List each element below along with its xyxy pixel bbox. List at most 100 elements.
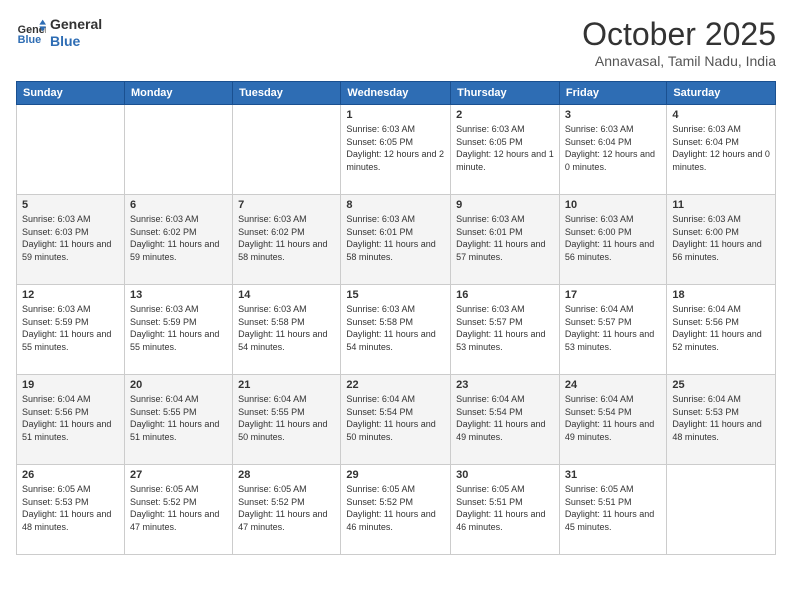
day-info: Sunrise: 6:05 AM Sunset: 5:51 PM Dayligh… bbox=[456, 483, 554, 533]
day-info: Sunrise: 6:03 AM Sunset: 6:01 PM Dayligh… bbox=[346, 213, 445, 263]
day-cell: 15 Sunrise: 6:03 AM Sunset: 5:58 PM Dayli… bbox=[341, 285, 451, 375]
day-number: 10 bbox=[565, 199, 661, 211]
day-info: Sunrise: 6:04 AM Sunset: 5:56 PM Dayligh… bbox=[672, 303, 770, 353]
day-number: 3 bbox=[565, 109, 661, 121]
day-cell: 2Sunrise: 6:03 AM Sunset: 6:05 PM Daylig… bbox=[451, 105, 560, 195]
weekday-header-sunday: Sunday bbox=[17, 82, 125, 105]
day-cell bbox=[667, 465, 776, 555]
day-number: 29 bbox=[346, 469, 445, 481]
day-number: 28 bbox=[238, 469, 335, 481]
weekday-header-saturday: Saturday bbox=[667, 82, 776, 105]
day-info: Sunrise: 6:03 AM Sunset: 5:58 PM Dayligh… bbox=[346, 303, 445, 353]
day-info: Sunrise: 6:03 AM Sunset: 6:04 PM Dayligh… bbox=[565, 123, 661, 173]
day-info: Sunrise: 6:03 AM Sunset: 5:57 PM Dayligh… bbox=[456, 303, 554, 353]
day-info: Sunrise: 6:04 AM Sunset: 5:57 PM Dayligh… bbox=[565, 303, 661, 353]
page-header: General Blue General Blue October 2025 A… bbox=[16, 16, 776, 69]
day-number: 8 bbox=[346, 199, 445, 211]
day-info: Sunrise: 6:03 AM Sunset: 6:02 PM Dayligh… bbox=[130, 213, 227, 263]
day-number: 26 bbox=[22, 469, 119, 481]
day-number: 19 bbox=[22, 379, 119, 391]
week-row-4: 19 Sunrise: 6:04 AM Sunset: 5:56 PM Dayli… bbox=[17, 375, 776, 465]
week-row-1: 1Sunrise: 6:03 AM Sunset: 6:05 PM Daylig… bbox=[17, 105, 776, 195]
day-number: 13 bbox=[130, 289, 227, 301]
day-cell: 3 Sunrise: 6:03 AM Sunset: 6:04 PM Daylig… bbox=[559, 105, 666, 195]
day-number: 25 bbox=[672, 379, 770, 391]
day-number: 18 bbox=[672, 289, 770, 301]
day-cell: 24Sunrise: 6:04 AM Sunset: 5:54 PM Dayli… bbox=[559, 375, 666, 465]
day-cell: 17 Sunrise: 6:04 AM Sunset: 5:57 PM Dayli… bbox=[559, 285, 666, 375]
day-info: Sunrise: 6:03 AM Sunset: 6:02 PM Dayligh… bbox=[238, 213, 335, 263]
day-number: 1 bbox=[346, 109, 445, 121]
day-cell: 31 Sunrise: 6:05 AM Sunset: 5:51 PM Dayli… bbox=[559, 465, 666, 555]
weekday-header-row: SundayMondayTuesdayWednesdayThursdayFrid… bbox=[17, 82, 776, 105]
logo: General Blue General Blue bbox=[16, 16, 102, 50]
day-number: 2 bbox=[456, 109, 554, 121]
day-cell: 18 Sunrise: 6:04 AM Sunset: 5:56 PM Dayli… bbox=[667, 285, 776, 375]
location-subtitle: Annavasal, Tamil Nadu, India bbox=[582, 53, 776, 69]
svg-text:Blue: Blue bbox=[18, 34, 41, 46]
day-cell: 19 Sunrise: 6:04 AM Sunset: 5:56 PM Dayli… bbox=[17, 375, 125, 465]
day-cell: 21Sunrise: 6:04 AM Sunset: 5:55 PM Dayli… bbox=[233, 375, 341, 465]
day-number: 4 bbox=[672, 109, 770, 121]
day-cell: 22Sunrise: 6:04 AM Sunset: 5:54 PM Dayli… bbox=[341, 375, 451, 465]
day-cell: 25Sunrise: 6:04 AM Sunset: 5:53 PM Dayli… bbox=[667, 375, 776, 465]
day-info: Sunrise: 6:05 AM Sunset: 5:52 PM Dayligh… bbox=[130, 483, 227, 533]
day-cell: 26 Sunrise: 6:05 AM Sunset: 5:53 PM Dayli… bbox=[17, 465, 125, 555]
day-cell: 4 Sunrise: 6:03 AM Sunset: 6:04 PM Daylig… bbox=[667, 105, 776, 195]
day-cell: 30 Sunrise: 6:05 AM Sunset: 5:51 PM Dayli… bbox=[451, 465, 560, 555]
day-info: Sunrise: 6:05 AM Sunset: 5:52 PM Dayligh… bbox=[346, 483, 445, 533]
day-number: 11 bbox=[672, 199, 770, 211]
day-cell: 9Sunrise: 6:03 AM Sunset: 6:01 PM Daylig… bbox=[451, 195, 560, 285]
weekday-header-thursday: Thursday bbox=[451, 82, 560, 105]
week-row-5: 26 Sunrise: 6:05 AM Sunset: 5:53 PM Dayli… bbox=[17, 465, 776, 555]
day-info: Sunrise: 6:05 AM Sunset: 5:52 PM Dayligh… bbox=[238, 483, 335, 533]
day-info: Sunrise: 6:04 AM Sunset: 5:55 PM Dayligh… bbox=[238, 393, 335, 443]
month-title: October 2025 bbox=[582, 16, 776, 53]
day-number: 31 bbox=[565, 469, 661, 481]
day-number: 20 bbox=[130, 379, 227, 391]
day-number: 23 bbox=[456, 379, 554, 391]
day-info: Sunrise: 6:03 AM Sunset: 6:00 PM Dayligh… bbox=[565, 213, 661, 263]
day-info: Sunrise: 6:03 AM Sunset: 6:01 PM Dayligh… bbox=[456, 213, 554, 263]
day-cell bbox=[17, 105, 125, 195]
day-number: 14 bbox=[238, 289, 335, 301]
day-info: Sunrise: 6:03 AM Sunset: 5:59 PM Dayligh… bbox=[130, 303, 227, 353]
day-cell: 16Sunrise: 6:03 AM Sunset: 5:57 PM Dayli… bbox=[451, 285, 560, 375]
day-cell: 14Sunrise: 6:03 AM Sunset: 5:58 PM Dayli… bbox=[233, 285, 341, 375]
day-info: Sunrise: 6:05 AM Sunset: 5:51 PM Dayligh… bbox=[565, 483, 661, 533]
day-number: 12 bbox=[22, 289, 119, 301]
title-block: October 2025 Annavasal, Tamil Nadu, Indi… bbox=[582, 16, 776, 69]
day-cell bbox=[124, 105, 232, 195]
day-number: 22 bbox=[346, 379, 445, 391]
calendar-table: SundayMondayTuesdayWednesdayThursdayFrid… bbox=[16, 81, 776, 555]
day-info: Sunrise: 6:05 AM Sunset: 5:53 PM Dayligh… bbox=[22, 483, 119, 533]
day-cell: 13 Sunrise: 6:03 AM Sunset: 5:59 PM Dayli… bbox=[124, 285, 232, 375]
day-number: 27 bbox=[130, 469, 227, 481]
logo-icon: General Blue bbox=[16, 18, 46, 48]
day-info: Sunrise: 6:03 AM Sunset: 6:04 PM Dayligh… bbox=[672, 123, 770, 173]
day-info: Sunrise: 6:04 AM Sunset: 5:56 PM Dayligh… bbox=[22, 393, 119, 443]
day-number: 30 bbox=[456, 469, 554, 481]
day-info: Sunrise: 6:03 AM Sunset: 5:59 PM Dayligh… bbox=[22, 303, 119, 353]
day-number: 17 bbox=[565, 289, 661, 301]
day-number: 5 bbox=[22, 199, 119, 211]
day-cell: 5Sunrise: 6:03 AM Sunset: 6:03 PM Daylig… bbox=[17, 195, 125, 285]
day-number: 7 bbox=[238, 199, 335, 211]
logo-text: General Blue bbox=[50, 16, 102, 50]
week-row-2: 5Sunrise: 6:03 AM Sunset: 6:03 PM Daylig… bbox=[17, 195, 776, 285]
week-row-3: 12 Sunrise: 6:03 AM Sunset: 5:59 PM Dayli… bbox=[17, 285, 776, 375]
day-cell: 27 Sunrise: 6:05 AM Sunset: 5:52 PM Dayli… bbox=[124, 465, 232, 555]
day-info: Sunrise: 6:03 AM Sunset: 6:00 PM Dayligh… bbox=[672, 213, 770, 263]
day-info: Sunrise: 6:04 AM Sunset: 5:54 PM Dayligh… bbox=[565, 393, 661, 443]
weekday-header-monday: Monday bbox=[124, 82, 232, 105]
weekday-header-tuesday: Tuesday bbox=[233, 82, 341, 105]
day-cell: 23 Sunrise: 6:04 AM Sunset: 5:54 PM Dayli… bbox=[451, 375, 560, 465]
weekday-header-friday: Friday bbox=[559, 82, 666, 105]
day-cell: 7 Sunrise: 6:03 AM Sunset: 6:02 PM Daylig… bbox=[233, 195, 341, 285]
day-info: Sunrise: 6:04 AM Sunset: 5:55 PM Dayligh… bbox=[130, 393, 227, 443]
day-number: 15 bbox=[346, 289, 445, 301]
day-cell: 1Sunrise: 6:03 AM Sunset: 6:05 PM Daylig… bbox=[341, 105, 451, 195]
day-info: Sunrise: 6:04 AM Sunset: 5:54 PM Dayligh… bbox=[456, 393, 554, 443]
weekday-header-wednesday: Wednesday bbox=[341, 82, 451, 105]
day-cell: 28 Sunrise: 6:05 AM Sunset: 5:52 PM Dayli… bbox=[233, 465, 341, 555]
